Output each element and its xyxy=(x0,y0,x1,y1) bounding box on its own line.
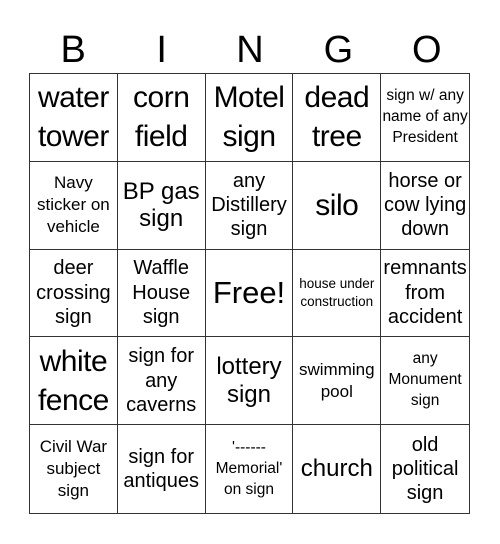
bingo-cell[interactable]: lottery sign xyxy=(205,337,294,426)
bingo-cell[interactable]: deer crossing sign xyxy=(30,249,118,338)
bingo-cell[interactable]: white fence xyxy=(30,337,118,426)
bingo-cell[interactable]: water tower xyxy=(30,74,118,162)
bingo-cell[interactable]: Motel sign xyxy=(205,74,294,162)
header-letter-g: G xyxy=(323,29,354,71)
bingo-cell[interactable]: horse or cow lying down xyxy=(381,162,469,250)
header-letter-o: O xyxy=(412,29,442,71)
bingo-cell[interactable]: sign for any caverns xyxy=(117,337,206,426)
bingo-cell[interactable]: swimming pool xyxy=(293,337,382,426)
bingo-header: B I N G O xyxy=(29,30,471,70)
header-letter-b: B xyxy=(60,29,86,71)
bingo-cell[interactable]: any Distillery sign xyxy=(205,161,294,250)
bingo-cell[interactable]: old political sign xyxy=(381,425,469,513)
header-letter-n: N xyxy=(236,29,264,71)
bingo-cell[interactable]: Navy sticker on vehicle xyxy=(30,161,118,250)
bingo-cell[interactable]: any Monument sign xyxy=(381,337,469,426)
bingo-cell[interactable]: Civil War subject sign xyxy=(30,425,118,513)
bingo-cell[interactable]: corn field xyxy=(117,74,206,162)
header-letter-i: I xyxy=(156,29,167,71)
bingo-cell[interactable]: BP gas sign xyxy=(117,161,206,250)
bingo-cell[interactable]: house under construction xyxy=(293,249,382,338)
bingo-cell[interactable]: sign w/ any name of any President xyxy=(381,74,469,162)
bingo-cell[interactable]: silo xyxy=(293,161,382,250)
bingo-card-grid: water tower corn field Motel sign dead tree… xyxy=(29,73,470,514)
bingo-cell[interactable]: remnants from accident xyxy=(381,250,469,338)
bingo-cell[interactable]: church xyxy=(293,425,382,513)
bingo-cell[interactable]: dead tree xyxy=(293,74,382,162)
bingo-cell-free[interactable]: Free! xyxy=(205,249,294,338)
bingo-cell[interactable]: '------ Memorial' on sign xyxy=(206,425,294,513)
bingo-cell[interactable]: Waffle House sign xyxy=(117,249,206,338)
bingo-cell[interactable]: sign for antiques xyxy=(118,425,206,513)
